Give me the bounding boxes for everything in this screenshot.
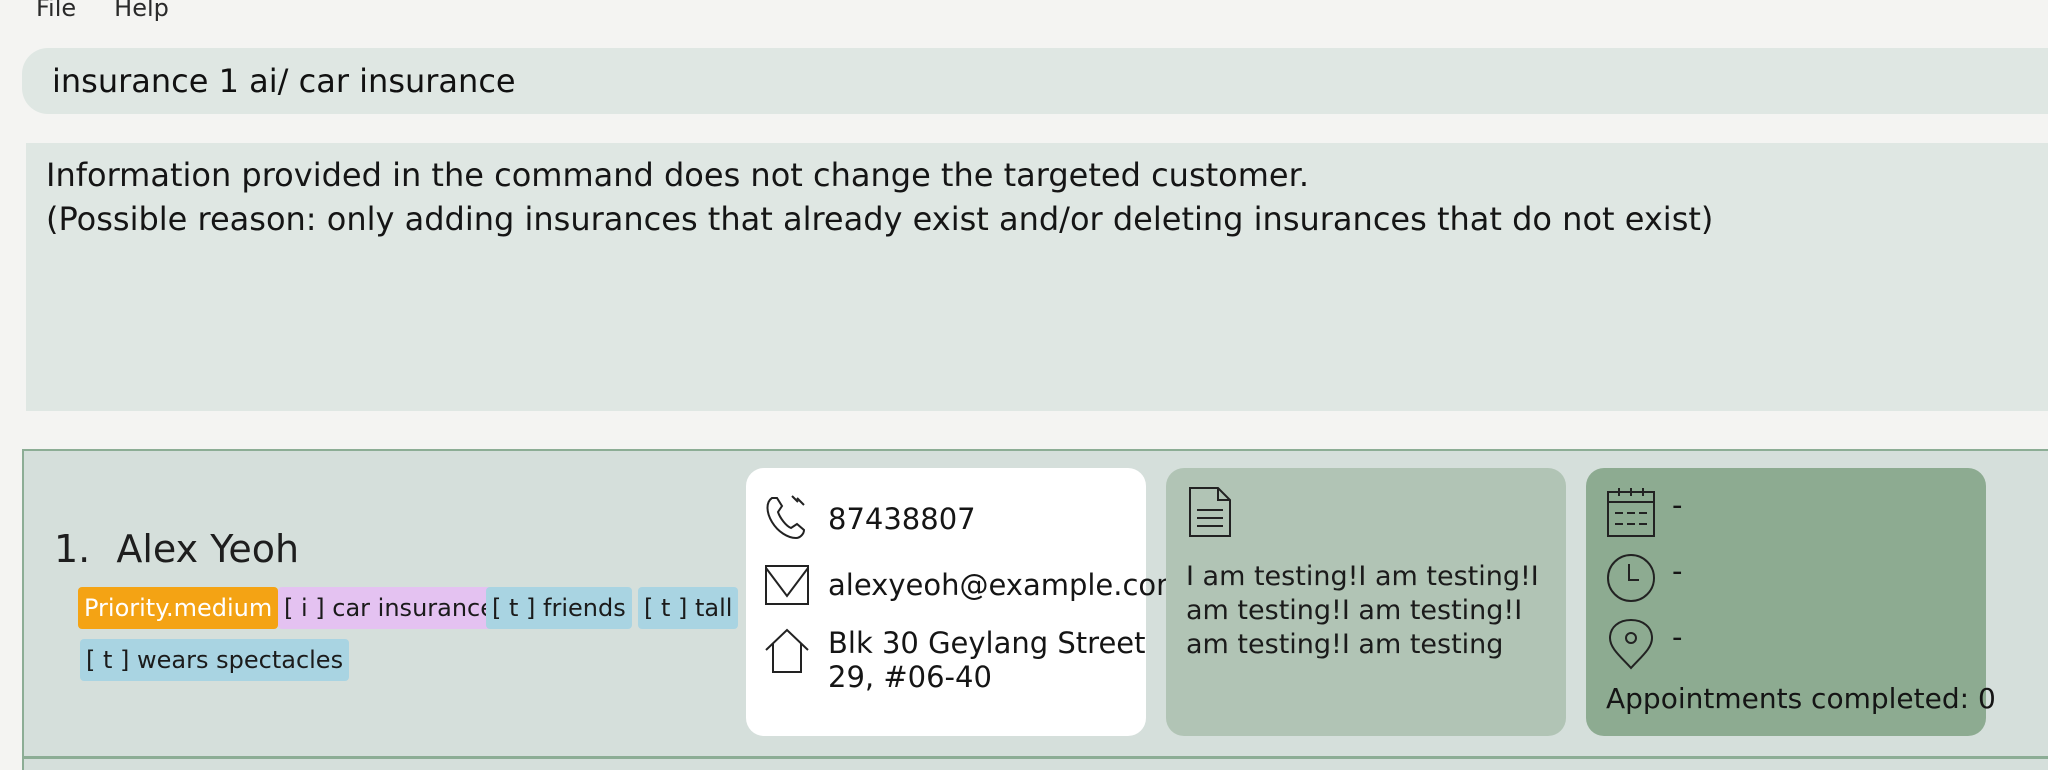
calendar-icon: [1607, 488, 1655, 537]
appointment-date-row: -: [1606, 486, 1682, 538]
address-row: Blk 30 Geylang Street 29, #06-40: [764, 626, 1146, 694]
appointments-completed: Appointments completed: 0: [1606, 682, 1996, 715]
phone-icon: [766, 495, 806, 540]
command-input[interactable]: insurance 1 ai/ car insurance: [22, 48, 2048, 114]
customer-list[interactable]: 1. Alex Yeoh Priority.medium [ i ] car i…: [22, 449, 2048, 770]
email-icon: [765, 565, 809, 605]
menu-help[interactable]: Help: [114, 0, 169, 22]
menu-bar: File Help: [0, 0, 2048, 26]
address-line-2: 29, #06-40: [828, 660, 992, 694]
clock-icon: [1607, 554, 1655, 602]
contact-card: 87438807 alexyeoh@example.com Blk 30 Gey…: [746, 468, 1184, 736]
location-pin-icon: [1608, 618, 1654, 670]
document-icon: [1189, 487, 1231, 537]
result-display: Information provided in the command does…: [26, 143, 2048, 411]
phone-value: 87438807: [828, 502, 976, 536]
tag-wears-spectacles: [ t ] wears spectacles: [80, 639, 350, 681]
appointment-venue: -: [1672, 620, 1683, 654]
home-icon: [765, 628, 809, 673]
phone-row: 87438807: [764, 492, 976, 542]
remark-text: I am testing!I am testing!I am testing!I…: [1186, 561, 1539, 660]
address-line-1: Blk 30 Geylang Street: [828, 626, 1146, 660]
remark-card: I am testing!I am testing!I am testing!I…: [1166, 468, 1566, 736]
appointment-card: - - - Appointments completed: 0: [1586, 468, 1996, 736]
customer-name-text: Alex Yeoh: [116, 527, 300, 571]
priority-tag: Priority.medium: [78, 587, 279, 629]
appointment-time: -: [1672, 554, 1683, 588]
app-window: File Help insurance 1 ai/ car insurance …: [0, 0, 2048, 770]
result-line-1: Information provided in the command does…: [46, 156, 1309, 194]
appointment-time-row: -: [1606, 552, 1682, 604]
row-divider: [24, 756, 2048, 759]
email-value: alexyeoh@example.com: [828, 568, 1185, 602]
appointment-date: -: [1672, 488, 1683, 522]
insurance-tag: [ i ] car insurance: [278, 587, 502, 629]
appointment-venue-row: -: [1606, 618, 1682, 670]
customer-name: 1. Alex Yeoh: [54, 527, 299, 571]
customer-index: 1.: [54, 527, 91, 571]
tag-friends: [ t ] friends: [486, 587, 632, 629]
address-value: Blk 30 Geylang Street 29, #06-40: [828, 626, 1146, 694]
result-line-2: (Possible reason: only adding insurances…: [46, 200, 1714, 238]
email-row: alexyeoh@example.com: [764, 560, 1184, 610]
tag-tall: [ t ] tall: [638, 587, 739, 629]
menu-file[interactable]: File: [36, 0, 76, 22]
